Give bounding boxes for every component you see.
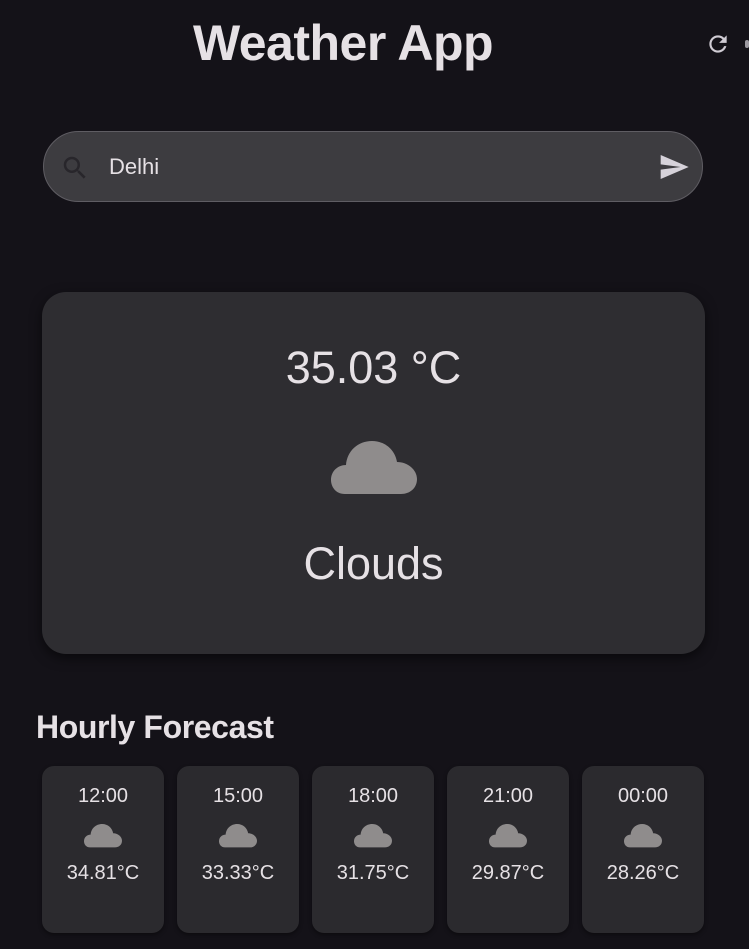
overflow-edge <box>745 40 749 48</box>
forecast-time: 18:00 <box>347 785 399 807</box>
send-icon <box>660 155 689 179</box>
weather-condition: Clouds <box>303 538 444 589</box>
cloud-icon <box>84 824 122 848</box>
city-search-input[interactable] <box>109 150 629 184</box>
forecast-card: 21:00 29.87°C <box>447 766 569 933</box>
search-icon <box>63 156 86 179</box>
forecast-temperature: 28.26°C <box>606 862 680 884</box>
refresh-button[interactable] <box>702 28 734 60</box>
cloud-icon <box>219 824 257 848</box>
forecast-time: 21:00 <box>482 785 534 807</box>
current-weather-card: 35.03 °C Clouds <box>42 292 705 654</box>
cloud-icon <box>354 824 392 848</box>
cloud-icon <box>624 824 662 848</box>
forecast-card: 15:00 33.33°C <box>177 766 299 933</box>
send-button[interactable] <box>655 150 693 184</box>
current-temperature: 35.03 °C <box>285 342 462 393</box>
hourly-forecast-title: Hourly Forecast <box>36 709 274 745</box>
forecast-card: 18:00 31.75°C <box>312 766 434 933</box>
cloud-icon <box>489 824 527 848</box>
forecast-time: 00:00 <box>617 785 669 807</box>
forecast-card: 00:00 28.26°C <box>582 766 704 933</box>
search-bar[interactable] <box>43 131 703 202</box>
forecast-temperature: 33.33°C <box>201 862 275 884</box>
forecast-temperature: 29.87°C <box>471 862 545 884</box>
cloud-icon <box>331 441 417 494</box>
forecast-temperature: 31.75°C <box>336 862 410 884</box>
app-title: Weather App <box>192 15 494 71</box>
forecast-time: 15:00 <box>212 785 264 807</box>
hourly-forecast-list[interactable]: 12:00 34.81°C 15:00 33.33°C 18:00 31.75°… <box>42 766 749 933</box>
forecast-card: 12:00 34.81°C <box>42 766 164 933</box>
forecast-time: 12:00 <box>77 785 129 807</box>
forecast-temperature: 34.81°C <box>66 862 140 884</box>
refresh-icon <box>709 35 727 53</box>
app-bar: Weather App <box>0 0 749 80</box>
